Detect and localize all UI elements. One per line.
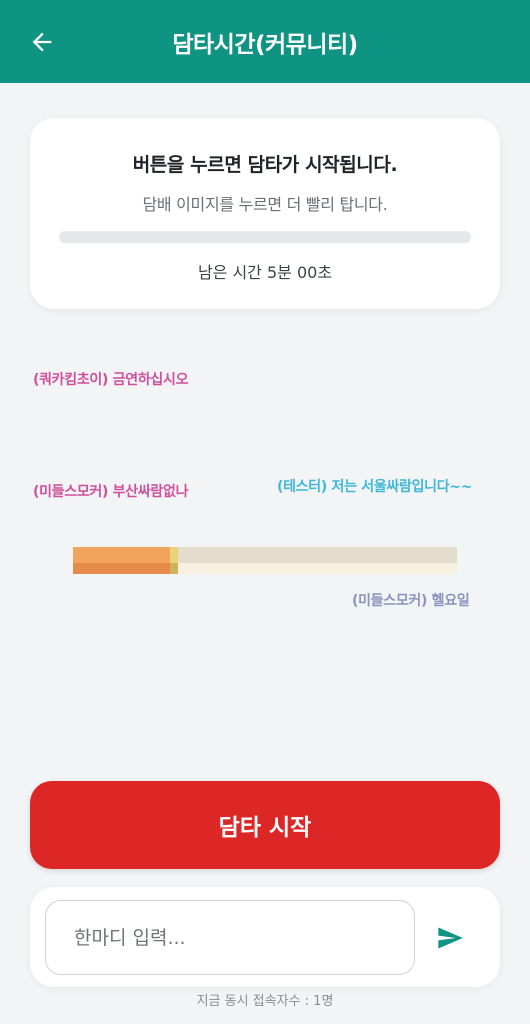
back-button[interactable]	[22, 22, 62, 62]
arrow-left-icon	[32, 32, 52, 52]
send-icon	[438, 927, 463, 949]
info-subtitle: 담배 이미지를 누르면 더 빨리 탑니다.	[142, 195, 388, 214]
concurrent-users: 지금 동시 접속자수 : 1명	[196, 994, 334, 1009]
cigarette-icon[interactable]	[73, 547, 457, 574]
remaining-time: 남은 시간 5분 00초	[197, 263, 333, 282]
start-smoke-button[interactable]: 담타 시작	[30, 781, 500, 869]
cigarette-band-shade	[170, 563, 178, 574]
chat-input[interactable]	[45, 900, 415, 975]
chat-card	[30, 887, 500, 987]
info-title: 버튼을 누르면 담타가 시작됩니다.	[132, 154, 398, 176]
info-card: 버튼을 누르면 담타가 시작됩니다. 담배 이미지를 누르면 더 빨리 탑니다.…	[30, 118, 500, 309]
cigarette-paper-shade	[178, 563, 457, 574]
cigarette-filter-shade	[73, 563, 170, 574]
floating-message: (쿼카킴초이) 금연하십시오	[33, 372, 189, 388]
floating-message: (테스터) 저는 서울싸람입니다~~	[277, 479, 473, 495]
send-button[interactable]	[430, 920, 470, 956]
page-title: 담타시간(커뮤니티)	[172, 31, 358, 58]
floating-message: (미들스모커) 부산싸람없나	[33, 484, 189, 500]
app-header: 담타시간(커뮤니티)	[0, 0, 530, 83]
smoke-progress-bar	[59, 231, 471, 243]
floating-message: (미들스모커) 헬요일	[352, 593, 470, 609]
